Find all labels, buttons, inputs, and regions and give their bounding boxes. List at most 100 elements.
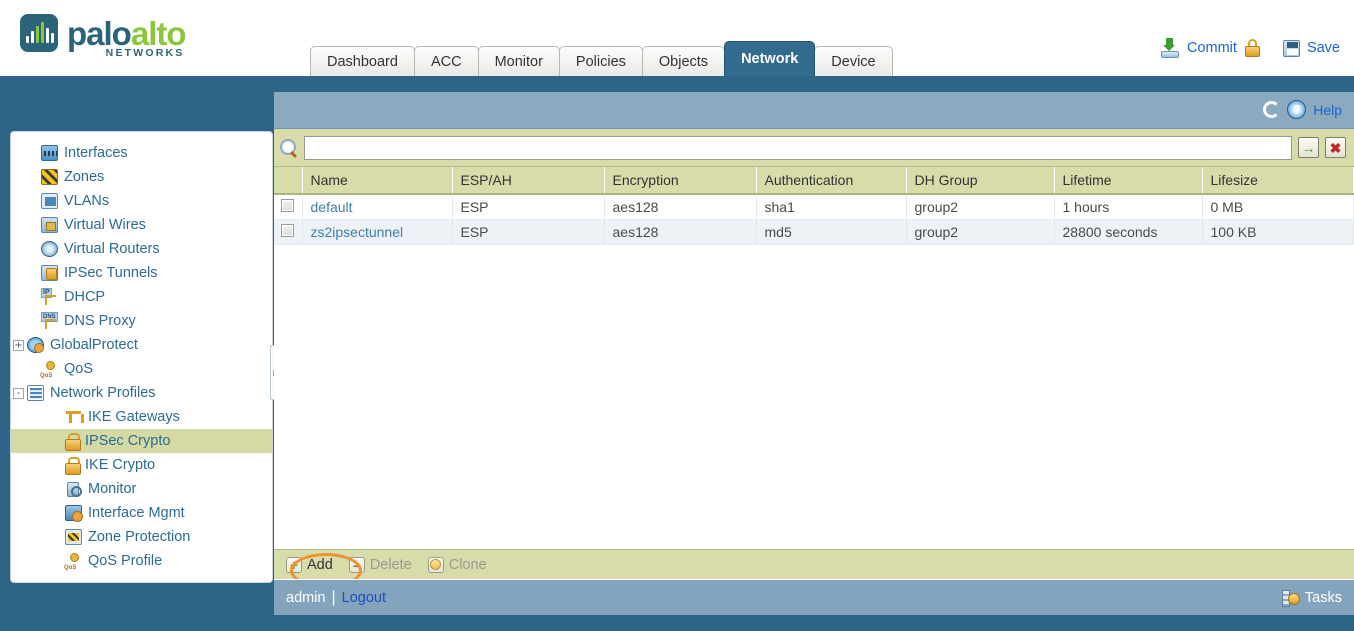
plus-icon: +: [286, 557, 302, 573]
sidebar-item-label: Interfaces: [64, 145, 128, 161]
select-all-column-header: [274, 167, 302, 194]
minus-icon: –: [349, 557, 365, 573]
padlock-icon[interactable]: [1244, 39, 1261, 57]
current-user: admin: [286, 590, 326, 606]
table-empty-area: [274, 245, 1354, 540]
brand-name-part1: palo: [67, 15, 131, 52]
tab-objects[interactable]: Objects: [642, 46, 725, 76]
cell-authentication: md5: [756, 220, 906, 245]
sidebar-item-label: Virtual Routers: [64, 241, 160, 257]
help-link[interactable]: Help: [1313, 102, 1342, 118]
table-row[interactable]: defaultESPaes128sha1group21 hours0 MB: [274, 194, 1354, 220]
monitor-profile-icon: [65, 481, 82, 497]
sidebar-item-label: DHCP: [64, 289, 105, 305]
commit-button[interactable]: Commit: [1187, 40, 1237, 56]
vlans-icon: [41, 193, 58, 209]
clone-button[interactable]: Clone: [428, 557, 487, 573]
cell-lifetime: 1 hours: [1054, 194, 1202, 220]
sidebar-item-label: Network Profiles: [50, 385, 156, 401]
cell-name: default: [302, 194, 452, 220]
commit-icon[interactable]: [1160, 38, 1180, 58]
table-row[interactable]: zs2ipsectunnelESPaes128md5group228800 se…: [274, 220, 1354, 245]
add-button[interactable]: + Add: [286, 557, 333, 573]
delete-button-label: Delete: [370, 557, 412, 573]
delete-button[interactable]: – Delete: [349, 557, 412, 573]
refresh-icon[interactable]: [1263, 101, 1280, 118]
qos-profile-icon: [65, 553, 82, 569]
expand-icon[interactable]: +: [13, 340, 24, 351]
network-profiles-icon: [27, 385, 44, 401]
tab-network[interactable]: Network: [724, 41, 815, 76]
sidebar-item-globalprotect[interactable]: + GlobalProtect: [11, 333, 272, 357]
sidebar-item-interfaces[interactable]: Interfaces: [11, 141, 272, 165]
sidebar-item-zone-protection[interactable]: Zone Protection: [11, 525, 272, 549]
sidebar-item-ike-crypto[interactable]: IKE Crypto: [11, 453, 272, 477]
cell-esp-ah: ESP: [452, 194, 604, 220]
sidebar-item-virtual-routers[interactable]: Virtual Routers: [11, 237, 272, 261]
save-button[interactable]: Save: [1307, 40, 1340, 56]
virtual-wires-icon: [41, 217, 58, 233]
row-name-link[interactable]: zs2ipsectunnel: [311, 224, 404, 240]
logout-link[interactable]: Logout: [342, 590, 386, 606]
floppy-save-icon[interactable]: [1283, 40, 1300, 57]
sidebar-item-label: IPSec Crypto: [85, 433, 170, 449]
column-header-dh-group[interactable]: DH Group: [906, 167, 1054, 194]
sidebar-item-interface-mgmt[interactable]: Interface Mgmt: [11, 501, 272, 525]
tab-dashboard[interactable]: Dashboard: [310, 46, 415, 76]
row-checkbox[interactable]: [281, 199, 294, 212]
sidebar-tree-panel: Interfaces Zones VLANs Virtual Wires Virtual…: [10, 131, 273, 583]
sidebar-item-network-profiles[interactable]: - Network Profiles: [11, 381, 272, 405]
tasks-button[interactable]: Tasks: [1282, 590, 1342, 606]
ipsec-tunnels-icon: [41, 265, 58, 281]
sidebar-item-label: VLANs: [64, 193, 109, 209]
column-header-lifetime[interactable]: Lifetime: [1054, 167, 1202, 194]
sidebar-item-zones[interactable]: Zones: [11, 165, 272, 189]
column-header-authentication[interactable]: Authentication: [756, 167, 906, 194]
tab-acc[interactable]: ACC: [414, 46, 479, 76]
brand-logo: paloalto NETWORKS: [20, 14, 186, 52]
panel-header-actions: ? Help: [1263, 100, 1342, 119]
cell-esp-ah: ESP: [452, 220, 604, 245]
sidebar-item-dns-proxy[interactable]: DNS Proxy: [11, 309, 272, 333]
sidebar-item-ike-gateways[interactable]: IKE Gateways: [11, 405, 272, 429]
zone-protection-icon: [65, 529, 82, 545]
tab-device[interactable]: Device: [814, 46, 892, 76]
column-header-lifesize[interactable]: Lifesize: [1202, 167, 1354, 194]
column-header-esp-ah[interactable]: ESP/AH: [452, 167, 604, 194]
apply-filter-button[interactable]: →: [1298, 137, 1319, 158]
tab-monitor[interactable]: Monitor: [478, 46, 560, 76]
globalprotect-icon: [27, 337, 44, 353]
network-tree: Interfaces Zones VLANs Virtual Wires Virtual…: [11, 132, 272, 573]
sidebar-item-ipsec-tunnels[interactable]: IPSec Tunnels: [11, 261, 272, 285]
column-header-name[interactable]: Name: [302, 167, 452, 194]
sidebar-item-dhcp[interactable]: DHCP: [11, 285, 272, 309]
sidebar-item-qos[interactable]: QoS: [11, 357, 272, 381]
row-checkbox-cell[interactable]: [274, 194, 302, 220]
sidebar-item-label: Virtual Wires: [64, 217, 146, 233]
cell-dh-group: group2: [906, 220, 1054, 245]
sidebar-item-monitor[interactable]: Monitor: [11, 477, 272, 501]
collapse-icon[interactable]: -: [13, 388, 24, 399]
sidebar-item-vlans[interactable]: VLANs: [11, 189, 272, 213]
zones-icon: [41, 169, 58, 185]
sidebar-item-label: DNS Proxy: [64, 313, 136, 329]
tab-policies[interactable]: Policies: [559, 46, 643, 76]
tasks-label: Tasks: [1305, 590, 1342, 606]
sidebar-item-label: GlobalProtect: [50, 337, 138, 353]
sidebar-item-label: QoS Profile: [88, 553, 162, 569]
row-name-link[interactable]: default: [311, 199, 353, 215]
ike-gateways-icon: [65, 409, 82, 425]
column-header-encryption[interactable]: Encryption: [604, 167, 756, 194]
search-input[interactable]: [304, 136, 1292, 160]
sidebar-item-virtual-wires[interactable]: Virtual Wires: [11, 213, 272, 237]
cell-dh-group: group2: [906, 194, 1054, 220]
sidebar-item-qos-profile[interactable]: QoS Profile: [11, 549, 272, 573]
help-icon[interactable]: ?: [1287, 100, 1306, 119]
row-checkbox-cell[interactable]: [274, 220, 302, 245]
sidebar-item-ipsec-crypto[interactable]: IPSec Crypto: [11, 429, 272, 453]
clear-filter-button[interactable]: ✖: [1325, 137, 1346, 158]
sidebar-item-label: IKE Gateways: [88, 409, 180, 425]
search-icon: [280, 139, 298, 157]
row-checkbox[interactable]: [281, 224, 294, 237]
brand-tagline: NETWORKS: [106, 48, 185, 59]
